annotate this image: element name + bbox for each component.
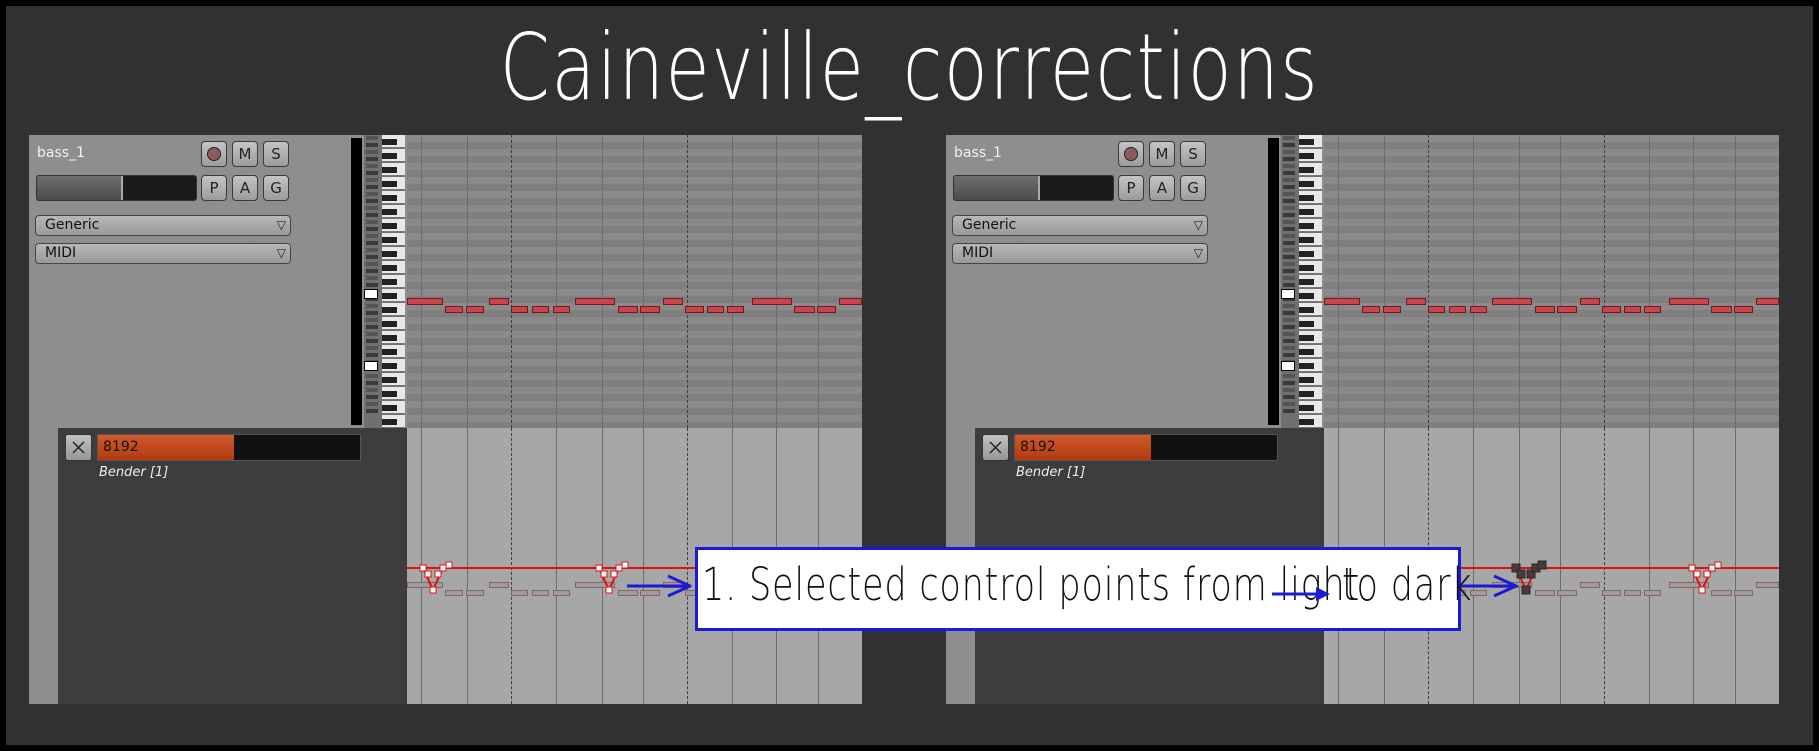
callout-text: 1. Selected control points from light (702, 558, 1361, 611)
annotation-arrows (627, 574, 1520, 598)
arrow-right-icon (627, 574, 692, 598)
arrow-right-icon (1272, 587, 1330, 601)
annotation-callout: 1. Selected control points from light to… (695, 547, 1472, 631)
callout-text-end: to dark (1342, 558, 1473, 611)
